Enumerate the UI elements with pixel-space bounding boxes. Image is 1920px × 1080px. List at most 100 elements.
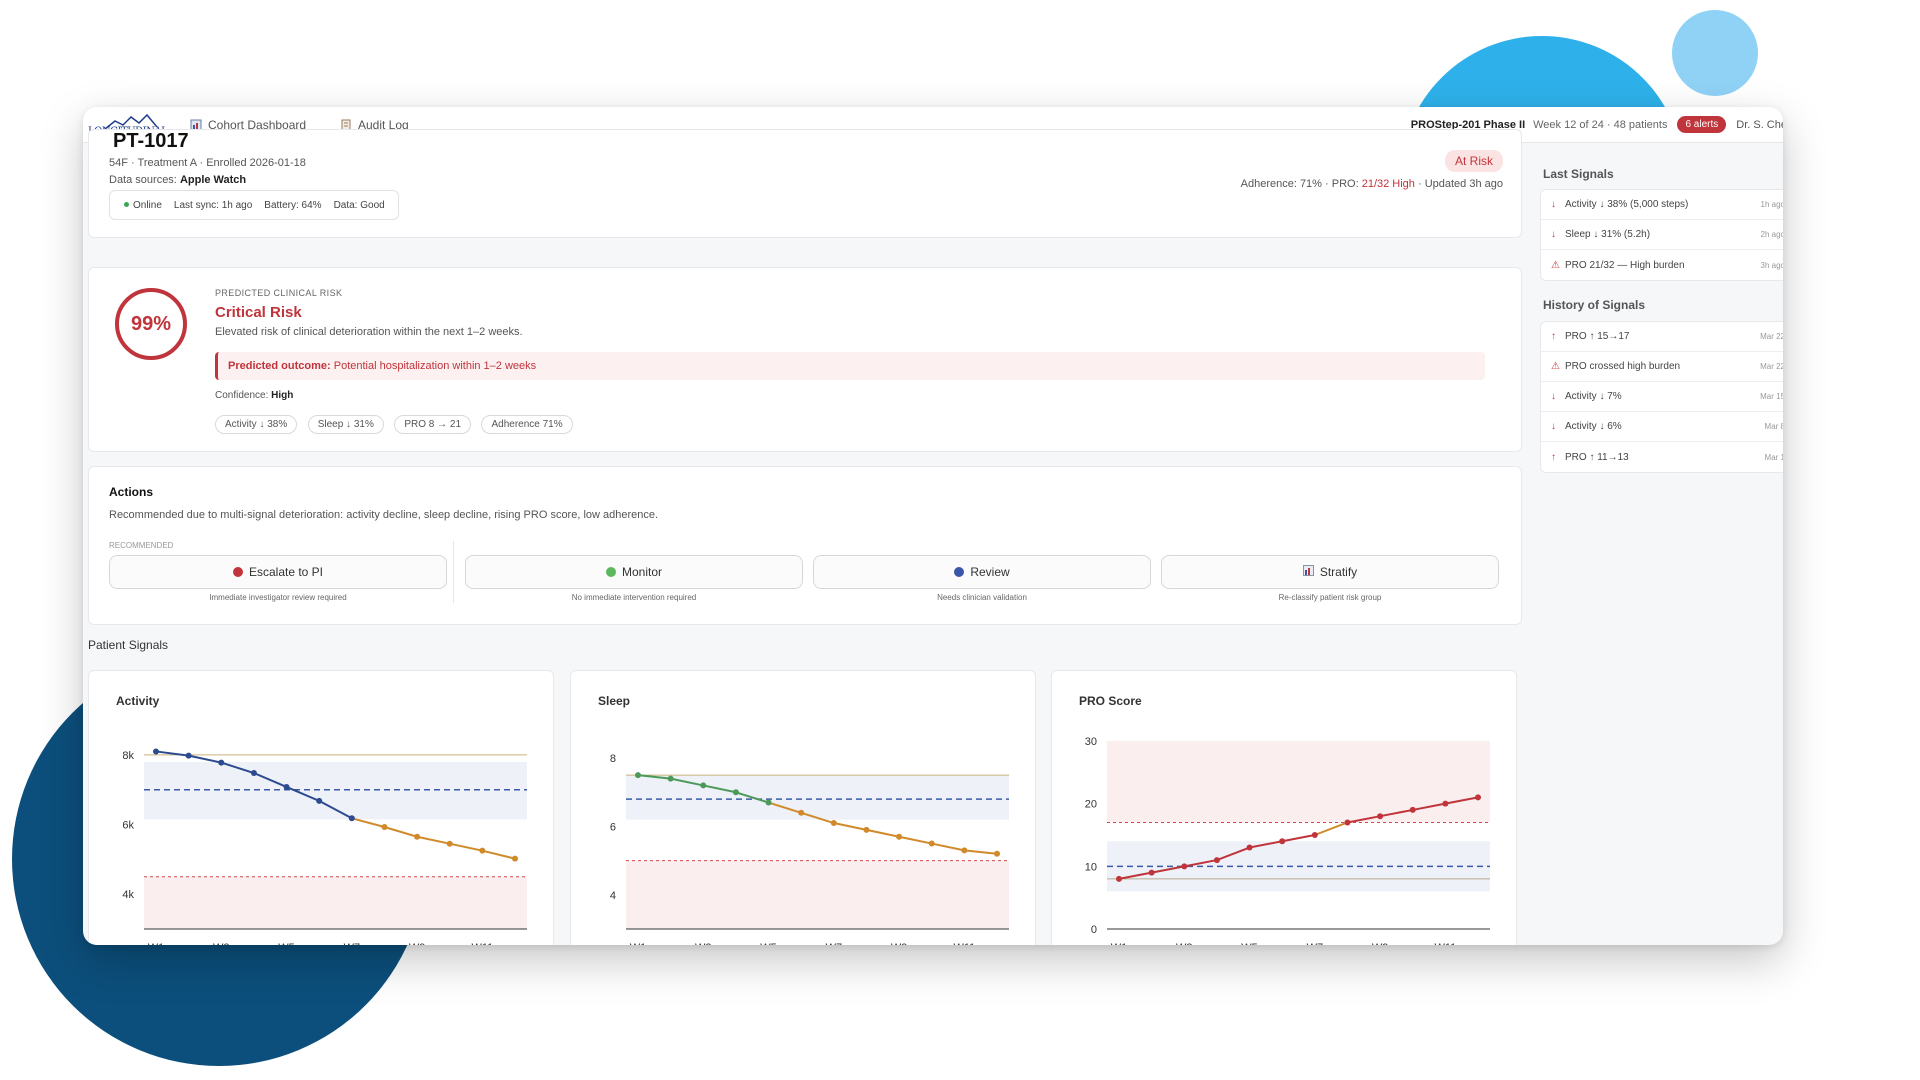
x-tick-label: W9 (409, 942, 426, 945)
online-status-label: Online (133, 199, 162, 211)
pro-score-chart-card: PRO Score 0 10 20 30 W1 W3 W5 W7 W9 W11 (1051, 670, 1517, 945)
signal-text: Activity ↓ 6% (1565, 421, 1622, 432)
warning-icon: ⚠ (1551, 259, 1560, 271)
data-point (446, 840, 453, 847)
data-point (798, 809, 805, 816)
y-tick-label: 8k (122, 750, 134, 762)
series-line-segment (931, 842, 965, 852)
data-point (928, 840, 935, 847)
data-point (1148, 869, 1155, 876)
x-tick-label: W1 (1111, 942, 1128, 945)
data-point (1344, 819, 1351, 826)
recommended-label: RECOMMENDED (109, 541, 174, 550)
risk-card: 99% Predicted Clinical Risk Critical Ris… (88, 267, 1522, 452)
series-line-segment (1314, 821, 1348, 836)
adherence-prefix: Adherence: 71% · PRO: (1240, 178, 1359, 190)
data-point (1246, 844, 1253, 851)
data-point (830, 820, 837, 827)
confidence: Confidence: High (215, 390, 293, 401)
recommended-divider (453, 541, 454, 603)
x-tick-label: W11 (1434, 942, 1456, 945)
low-zone-band (626, 860, 1009, 929)
series-line-segment (833, 822, 867, 831)
history-signal-item[interactable]: ↓ Activity ↓ 7% Mar 15 (1541, 382, 1783, 412)
sleep-chart-card: Sleep 4 6 8 W1 W3 W5 W7 W9 W11 (570, 670, 1036, 945)
chip-sleep: Sleep ↓ 31% (307, 415, 384, 434)
last-signals-title: Last Signals (1543, 167, 1614, 181)
alerts-badge[interactable]: 6 alerts (1677, 116, 1727, 133)
review-label: Review (970, 565, 1010, 579)
series-line-segment (964, 849, 998, 855)
arrow-up-icon: ↑ (1551, 451, 1556, 463)
series-line-segment (351, 817, 385, 828)
data-point (1213, 857, 1220, 864)
signal-time: Mar 22 (1760, 362, 1783, 371)
series-line-segment (449, 842, 483, 852)
battery-level: Battery: 64% (264, 199, 322, 211)
actions-description: Recommended due to multi-signal deterior… (109, 509, 659, 521)
history-signal-item[interactable]: ⚠ PRO crossed high burden Mar 22 (1541, 352, 1783, 382)
chart-title: Sleep (598, 694, 630, 708)
x-tick-label: W3 (695, 942, 712, 945)
review-caption: Needs clinician validation (937, 593, 1027, 602)
adherence-summary: Adherence: 71% · PRO: 21/32 High · Updat… (1241, 178, 1503, 190)
patient-signals-title: Patient Signals (88, 638, 169, 652)
patient-id: PT-1017 (113, 130, 189, 152)
data-point (1409, 806, 1416, 813)
series-line-segment (482, 849, 516, 860)
monitor-button[interactable]: Monitor (465, 555, 803, 589)
activity-chart: Activity 4k 6k 8k W1 W3 W5 W7 W9 W11 (116, 694, 527, 945)
last-signal-item[interactable]: ⚠ PRO 21/32 — High burden 3h ago (1541, 250, 1783, 280)
user-name[interactable]: Dr. S. Che (1736, 119, 1783, 131)
last-signal-item[interactable]: ↓ Activity ↓ 38% (5,000 steps) 1h ago (1541, 190, 1783, 220)
data-point (1311, 832, 1318, 838)
online-dot-icon (124, 202, 129, 208)
risk-status-badge: At Risk (1444, 150, 1503, 172)
signal-time: Mar 15 (1760, 392, 1783, 401)
risk-description: Elevated risk of clinical deterioration … (215, 326, 523, 338)
history-signal-item[interactable]: ↑ PRO ↑ 11→13 Mar 1 (1541, 442, 1783, 472)
y-tick-label: 6k (122, 820, 134, 832)
risk-kicker: Predicted Clinical Risk (215, 288, 343, 298)
data-point (635, 772, 641, 779)
signal-time: 3h ago (1760, 260, 1783, 270)
x-tick-label: W9 (891, 942, 908, 945)
online-status: Online (124, 200, 162, 211)
data-point (153, 748, 159, 755)
data-point (732, 789, 739, 796)
data-point (667, 775, 674, 782)
stratify-button[interactable]: Stratify (1161, 555, 1499, 589)
review-button[interactable]: Review (813, 555, 1151, 589)
red-dot-icon (232, 567, 243, 577)
last-signal-item[interactable]: ↓ Sleep ↓ 31% (5.2h) 2h ago (1541, 220, 1783, 250)
data-sources-value: Apple Watch (179, 174, 247, 186)
x-tick-label: W7 (344, 942, 361, 945)
risk-level: Critical Risk (215, 304, 302, 321)
decor-circle-lightblue (1672, 10, 1758, 96)
arrow-up-icon: ↑ (1551, 331, 1556, 342)
activity-chart-card: Activity 4k 6k 8k W1 W3 W5 W7 W9 W11 (88, 670, 554, 945)
chip-adherence: Adherence 71% (481, 415, 573, 434)
trial-week-info: Week 12 of 24 · 48 patients (1533, 118, 1668, 131)
series-line-segment (384, 826, 418, 838)
history-signal-item[interactable]: ↓ Activity ↓ 6% Mar 8 (1541, 412, 1783, 442)
pro-score-value: 21/32 High (1361, 178, 1415, 190)
pro-score-chart: PRO Score 0 10 20 30 W1 W3 W5 W7 W9 W11 (1079, 694, 1490, 945)
history-signal-item[interactable]: ↑ PRO ↑ 15→17 Mar 22 (1541, 322, 1783, 352)
series-line-segment (866, 828, 900, 838)
data-point (1442, 800, 1449, 807)
low-zone-band (144, 876, 527, 929)
sleep-chart: Sleep 4 6 8 W1 W3 W5 W7 W9 W11 (598, 694, 1009, 945)
risk-chips: Activity ↓ 38% Sleep ↓ 31% PRO 8 → 21 Ad… (215, 414, 579, 434)
outcome-value: Potential hospitalization within 1–2 wee… (333, 360, 537, 372)
data-point (512, 855, 518, 862)
escalate-to-pi-button[interactable]: Escalate to PI (109, 555, 447, 589)
x-tick-label: W5 (1241, 942, 1258, 945)
x-tick-label: W5 (760, 942, 777, 945)
signal-text: Activity ↓ 7% (1565, 391, 1622, 402)
signal-time: Mar 22 (1760, 332, 1783, 341)
data-point (1279, 838, 1286, 845)
signal-text: PRO ↑ 15→17 (1565, 331, 1630, 342)
signal-time: 2h ago (1760, 230, 1783, 239)
x-tick-label: W3 (1176, 942, 1193, 945)
